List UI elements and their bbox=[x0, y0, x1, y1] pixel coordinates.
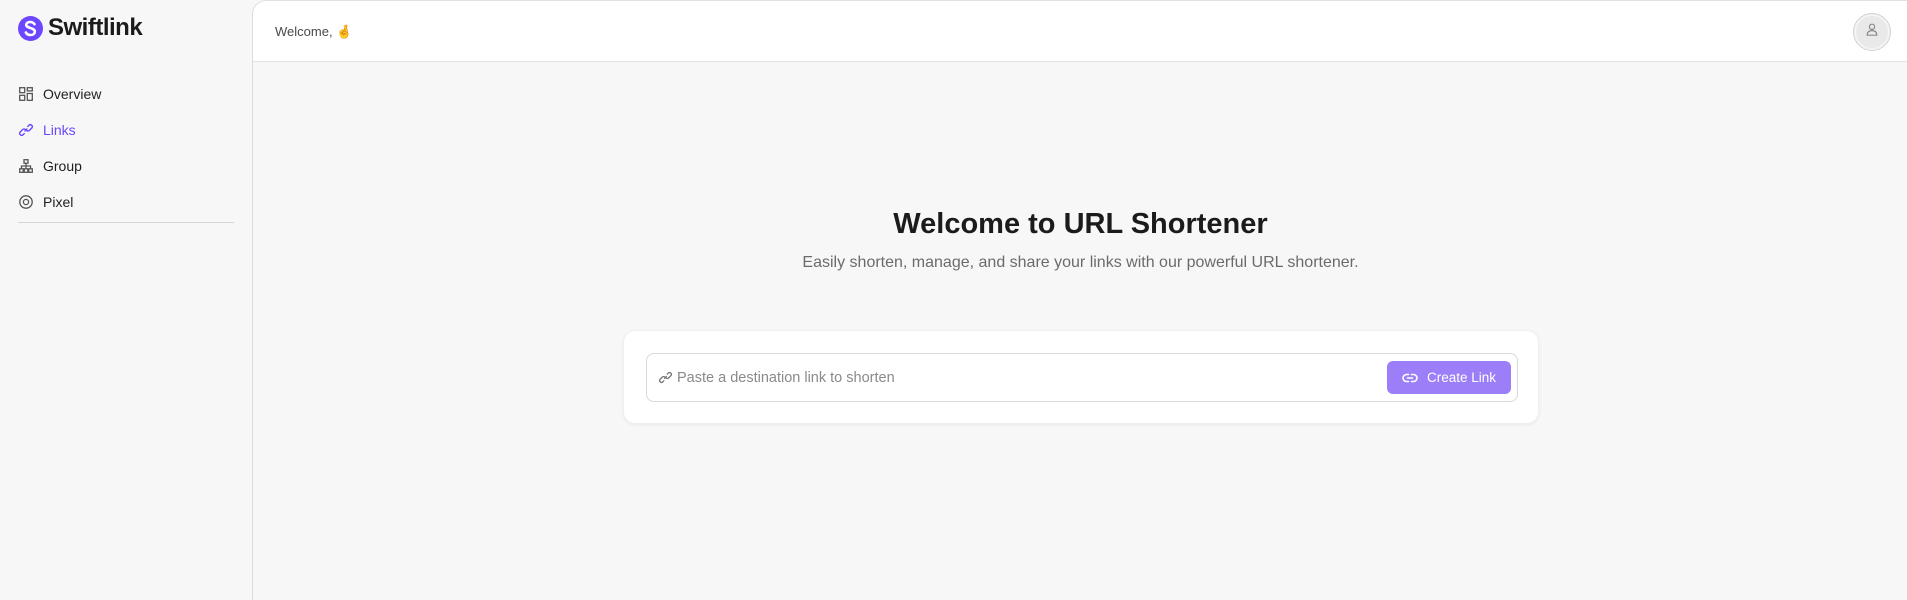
shortener-card: Create Link bbox=[623, 330, 1539, 424]
top-bar: Welcome, 🤞 bbox=[253, 0, 1907, 62]
link-icon bbox=[659, 371, 673, 385]
sidebar-item-label: Group bbox=[43, 158, 82, 174]
link-chain-icon bbox=[1402, 370, 1418, 386]
page-title: Welcome to URL Shortener bbox=[893, 208, 1268, 240]
sidebar-divider bbox=[18, 222, 234, 223]
sidebar-nav: Overview Links Group Pixel bbox=[18, 76, 234, 220]
user-avatar-button[interactable] bbox=[1854, 14, 1890, 50]
grid-icon bbox=[18, 86, 34, 102]
page-subtitle: Easily shorten, manage, and share your l… bbox=[802, 254, 1359, 271]
create-link-label: Create Link bbox=[1426, 370, 1497, 385]
swiftlink-logo-icon bbox=[18, 15, 43, 41]
app-name: Swiftlink bbox=[48, 14, 143, 41]
link-icon bbox=[18, 122, 34, 138]
destination-link-input[interactable] bbox=[677, 363, 1377, 393]
sidebar-item-pixel[interactable]: Pixel bbox=[18, 184, 234, 220]
sidebar-item-group[interactable]: Group bbox=[18, 148, 234, 184]
user-icon bbox=[1866, 23, 1878, 41]
sidebar-item-overview[interactable]: Overview bbox=[18, 76, 234, 112]
create-link-button[interactable]: Create Link bbox=[1387, 361, 1511, 394]
hierarchy-icon bbox=[18, 158, 34, 174]
main-panel: Welcome, 🤞 Welcome to URL Shortener Easi… bbox=[252, 0, 1907, 600]
sidebar: Swiftlink Overview Links Group Pixel bbox=[0, 0, 252, 600]
welcome-text: Welcome, 🤞 bbox=[275, 24, 353, 39]
shortener-form: Create Link bbox=[646, 353, 1518, 402]
target-icon bbox=[18, 194, 34, 210]
app-logo[interactable]: Swiftlink bbox=[18, 14, 143, 41]
sidebar-item-label: Pixel bbox=[43, 194, 74, 210]
sidebar-item-links[interactable]: Links bbox=[18, 112, 234, 148]
sidebar-item-label: Overview bbox=[43, 86, 102, 102]
sidebar-item-label: Links bbox=[43, 122, 76, 138]
